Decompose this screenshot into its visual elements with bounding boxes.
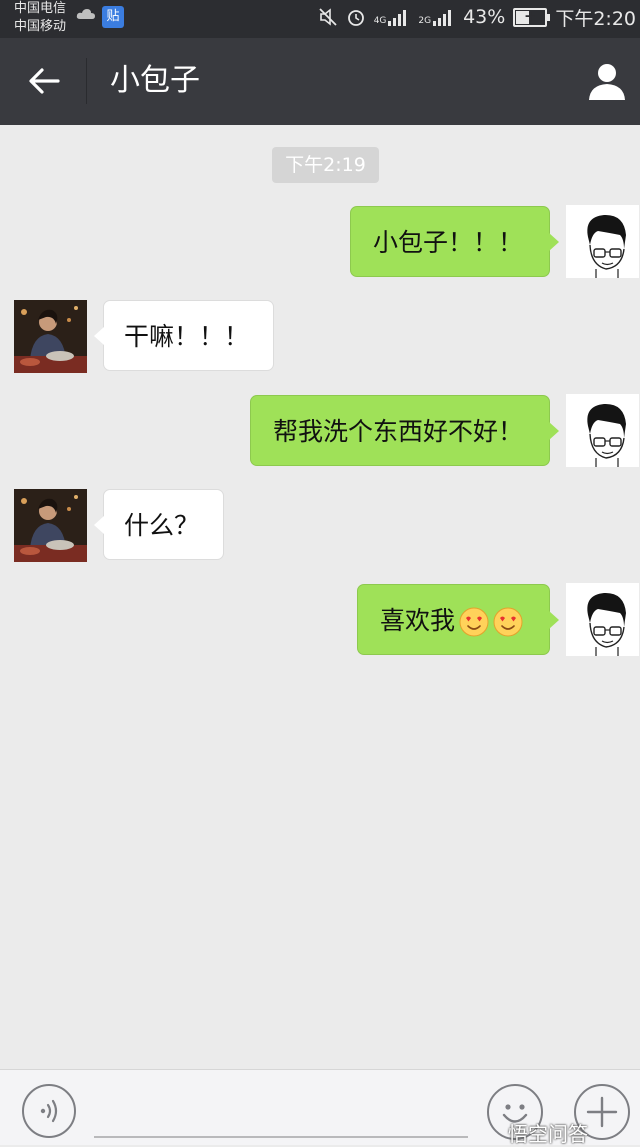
message-text: 小包子！！！ bbox=[372, 228, 523, 257]
message-text: 干嘛！！！ bbox=[124, 322, 250, 351]
chat-area[interactable]: 下午2:19 小包子！！！ 干嘛！！！ 帮我洗个东西好不好！ 什么？ 喜欢我 bbox=[0, 125, 640, 1069]
incoming-message[interactable]: 什么？ bbox=[93, 489, 225, 560]
signal-4g: 4G bbox=[374, 8, 411, 26]
my-avatar[interactable] bbox=[566, 205, 639, 278]
message-text: 帮我洗个东西好不好！ bbox=[272, 417, 523, 446]
message-timestamp: 下午2:19 bbox=[272, 147, 379, 183]
outgoing-message[interactable]: 小包子！！！ bbox=[349, 206, 560, 277]
woman-photo-avatar-icon bbox=[14, 489, 87, 562]
alarm-icon bbox=[347, 10, 364, 26]
message-input[interactable] bbox=[94, 1136, 468, 1138]
battery-icon: + bbox=[513, 6, 551, 27]
heart-eyes-emoji-icon bbox=[459, 607, 489, 637]
carrier-2: 中国移动 bbox=[14, 19, 67, 34]
cloud-icon bbox=[76, 9, 95, 19]
header-divider bbox=[86, 58, 87, 104]
contact-avatar[interactable] bbox=[14, 489, 87, 562]
voice-wave-icon bbox=[40, 1099, 58, 1123]
message-text: 喜欢我 bbox=[379, 606, 455, 635]
contact-avatar[interactable] bbox=[14, 300, 87, 373]
heart-eyes-emoji-icon bbox=[493, 607, 523, 637]
signal-bars-icon bbox=[388, 10, 407, 26]
outgoing-message[interactable]: 喜欢我 bbox=[356, 584, 560, 655]
man-sketch-avatar-icon bbox=[587, 214, 626, 278]
man-sketch-avatar-icon bbox=[587, 592, 626, 656]
status-right: 4G 2G 43% + 下午2:20 bbox=[318, 2, 636, 32]
network-2-label: 2G bbox=[418, 16, 432, 26]
network-1-label: 4G bbox=[373, 16, 387, 26]
watermark: 悟空问答 bbox=[508, 1118, 588, 1147]
back-arrow-icon[interactable] bbox=[22, 58, 68, 104]
battery-percent: 43% bbox=[463, 6, 506, 28]
carrier-1: 中国电信 bbox=[14, 1, 67, 16]
contact-profile-icon[interactable] bbox=[584, 58, 630, 104]
status-bar: 中国电信 中国移动 贴 4G 2G 43% + 下午2:20 bbox=[0, 0, 640, 38]
signal-bars-icon bbox=[433, 10, 452, 26]
clock: 下午2:20 bbox=[555, 7, 636, 30]
message-text: 什么？ bbox=[124, 511, 200, 540]
voice-input-button[interactable] bbox=[22, 1084, 76, 1138]
signal-2g: 2G bbox=[418, 8, 455, 26]
chat-header: 小包子 bbox=[0, 38, 640, 125]
my-avatar[interactable] bbox=[566, 394, 639, 467]
man-sketch-avatar-icon bbox=[587, 403, 626, 467]
chat-title: 小包子 bbox=[110, 63, 200, 98]
carrier-labels: 中国电信 中国移动 bbox=[14, 0, 66, 36]
woman-photo-avatar-icon bbox=[14, 300, 87, 373]
incoming-message[interactable]: 干嘛！！！ bbox=[93, 300, 275, 371]
mute-icon bbox=[319, 8, 337, 26]
outgoing-message[interactable]: 帮我洗个东西好不好！ bbox=[249, 395, 560, 466]
watermark-text: 悟空问答 bbox=[508, 1122, 588, 1146]
tieba-notification-icon: 贴 bbox=[102, 6, 124, 28]
my-avatar[interactable] bbox=[566, 583, 639, 656]
input-bar: 悟空问答 bbox=[0, 1069, 640, 1147]
charging-icon: + bbox=[524, 6, 537, 25]
